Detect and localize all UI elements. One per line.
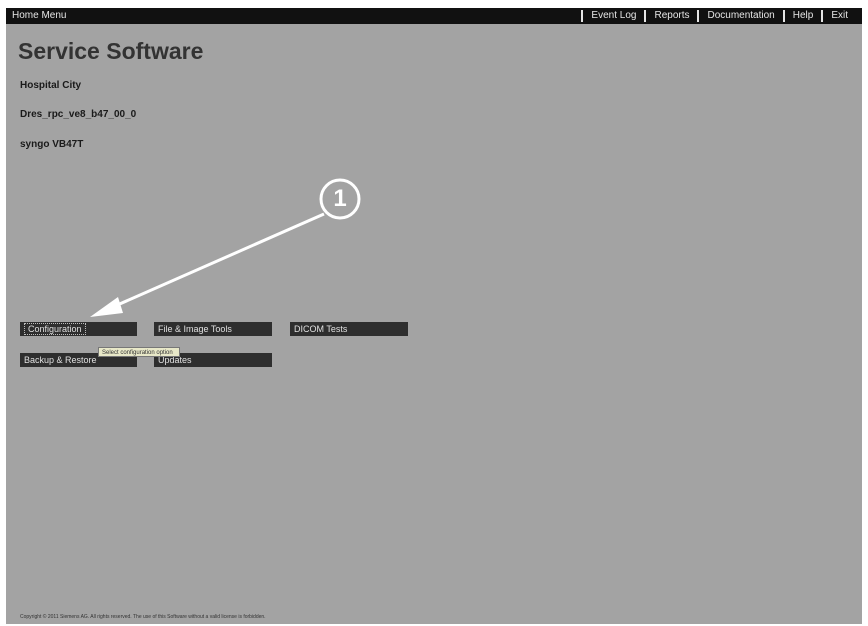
file-image-tools-button[interactable]: File & Image Tools <box>154 322 272 336</box>
documentation-link[interactable]: Documentation <box>699 8 782 24</box>
callout-number: 1 <box>333 185 347 212</box>
page-title: Service Software <box>18 38 204 64</box>
site-name: Hospital City <box>20 80 82 91</box>
service-software-window: Home Menu Event Log Reports Documentatio… <box>6 8 862 624</box>
configuration-label: Configuration <box>24 323 86 335</box>
top-links: Event Log Reports Documentation Help Exi… <box>581 8 856 24</box>
event-log-link[interactable]: Event Log <box>583 8 644 24</box>
help-link[interactable]: Help <box>785 8 822 24</box>
host-name: Dres_rpc_ve8_b47_00_0 <box>20 109 137 120</box>
top-menu-bar: Home Menu Event Log Reports Documentatio… <box>6 8 862 24</box>
arrow-head-icon <box>90 297 123 317</box>
callout-arrow <box>90 178 361 317</box>
tooltip: Select configuration option <box>98 347 180 357</box>
arrow-line <box>105 212 325 312</box>
home-menu-link[interactable]: Home Menu <box>12 8 66 24</box>
reports-link[interactable]: Reports <box>646 8 697 24</box>
dicom-tests-button[interactable]: DICOM Tests <box>290 322 408 336</box>
exit-link[interactable]: Exit <box>823 8 856 24</box>
configuration-button[interactable]: Configuration <box>20 322 137 336</box>
copyright-footer: Copyright © 2011 Siemens AG. All rights … <box>20 614 266 620</box>
software-version: syngo VB47T <box>20 139 84 150</box>
